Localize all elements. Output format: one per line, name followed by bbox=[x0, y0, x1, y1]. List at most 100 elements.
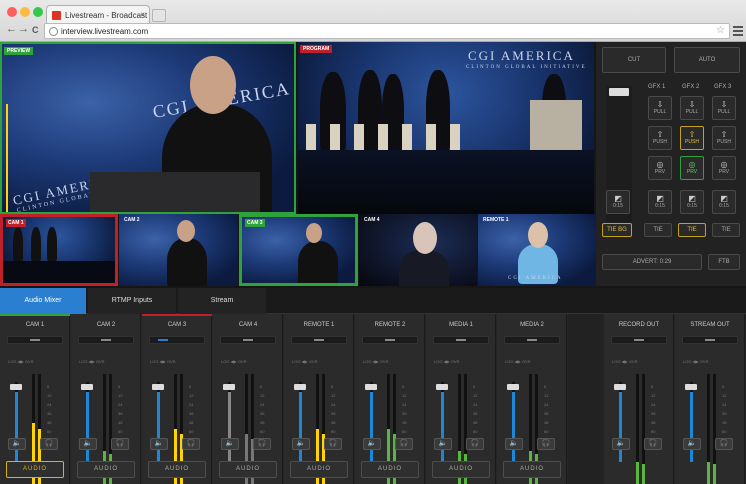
speaker-icon[interactable]: 🔈 bbox=[79, 438, 97, 450]
headphone-icon[interactable]: 🎧 bbox=[253, 438, 271, 450]
gfx1-tie-button[interactable]: TIE bbox=[644, 223, 672, 237]
zoom-window-button[interactable] bbox=[33, 7, 43, 17]
fader-knob[interactable] bbox=[223, 384, 235, 390]
browser-tab[interactable]: Livestream - Broadcast &Wi × bbox=[46, 5, 150, 24]
gfx3-duration-button[interactable]: ◩ 0:15 bbox=[712, 190, 736, 214]
audio-button[interactable]: AUDIO bbox=[148, 461, 206, 478]
forward-icon[interactable]: → bbox=[18, 23, 29, 35]
browser-menu-icon[interactable] bbox=[733, 26, 743, 36]
headphone-icon[interactable]: 🎧 bbox=[715, 438, 733, 450]
mixer-strip: CAM 4 LOG ◀▶ OVR 0 12 24 36 48 60 🔈 🎧 AUDIO bbox=[213, 314, 283, 484]
fader-fill bbox=[690, 392, 693, 462]
scale-tick: 0 bbox=[260, 384, 263, 389]
gfx3-pull-button[interactable]: ⇩ PULL bbox=[712, 96, 736, 120]
fader-knob[interactable] bbox=[81, 384, 93, 390]
tab-close-icon[interactable]: × bbox=[140, 10, 145, 19]
gfx2-tie-button[interactable]: TIE bbox=[678, 223, 706, 237]
preview-monitor[interactable]: CGI AMERICA CLINTON GLOBAL INI CGI AMERI… bbox=[0, 42, 296, 214]
speaker-icon[interactable]: 🔈 bbox=[150, 438, 168, 450]
pan-slider[interactable] bbox=[78, 336, 134, 344]
address-bar[interactable]: interview.livestream.com ☆ bbox=[44, 23, 730, 39]
audio-button[interactable]: AUDIO bbox=[361, 461, 419, 478]
fader-knob[interactable] bbox=[152, 384, 164, 390]
headphone-icon[interactable]: 🎧 bbox=[324, 438, 342, 450]
gfx3-prv-button[interactable]: ◎ PRV bbox=[712, 156, 736, 180]
speaker-icon[interactable]: 🔈 bbox=[612, 438, 630, 450]
mixer-strip: REMOTE 2 LOG ◀▶ OVR 0 12 24 36 48 60 🔈 🎧 AUDIO bbox=[355, 314, 425, 484]
audio-button[interactable]: AUDIO bbox=[432, 461, 490, 478]
fader-knob[interactable] bbox=[507, 384, 519, 390]
audio-button[interactable]: AUDIO bbox=[77, 461, 135, 478]
pan-slider[interactable] bbox=[7, 336, 63, 344]
camera-remote-1[interactable]: CGI AMERICA REMOTE 1 bbox=[478, 214, 596, 286]
headphone-icon[interactable]: 🎧 bbox=[537, 438, 555, 450]
transition-duration-button[interactable]: ◩ 0:15 bbox=[606, 190, 630, 214]
gfx1-pull-button[interactable]: ⇩ PULL bbox=[648, 96, 672, 120]
speaker-icon[interactable]: 🔈 bbox=[505, 438, 523, 450]
minimize-window-button[interactable] bbox=[20, 7, 30, 17]
gfx1-prv-button[interactable]: ◎ PRV bbox=[648, 156, 672, 180]
cut-button[interactable]: CUT bbox=[602, 47, 666, 73]
new-tab-button[interactable] bbox=[152, 9, 166, 22]
headphone-icon[interactable]: 🎧 bbox=[466, 438, 484, 450]
speaker-icon[interactable]: 🔈 bbox=[221, 438, 239, 450]
pan-slider[interactable] bbox=[362, 336, 418, 344]
reload-icon[interactable]: C bbox=[32, 25, 39, 35]
audio-button[interactable]: AUDIO bbox=[6, 461, 64, 478]
pan-slider[interactable] bbox=[433, 336, 489, 344]
tab-audio-mixer[interactable]: Audio Mixer bbox=[0, 288, 86, 314]
headphone-icon[interactable]: 🎧 bbox=[644, 438, 662, 450]
headphone-icon[interactable]: 🎧 bbox=[111, 438, 129, 450]
pan-slider[interactable] bbox=[611, 336, 667, 344]
tab-stream[interactable]: Stream bbox=[178, 288, 266, 314]
gfx2-pull-button[interactable]: ⇩ PULL bbox=[680, 96, 704, 120]
fader-knob[interactable] bbox=[685, 384, 697, 390]
auto-button[interactable]: AUTO bbox=[674, 47, 740, 73]
fader-knob[interactable] bbox=[436, 384, 448, 390]
gfx3-tie-button[interactable]: TIE bbox=[712, 223, 740, 237]
speaker-icon[interactable]: 🔈 bbox=[434, 438, 452, 450]
audio-button[interactable]: AUDIO bbox=[290, 461, 348, 478]
tie-bg-button[interactable]: TIE BG bbox=[602, 223, 632, 237]
headphone-icon[interactable]: 🎧 bbox=[395, 438, 413, 450]
bookmark-star-icon[interactable]: ☆ bbox=[716, 25, 725, 36]
camera-cam-4[interactable]: CAM 4 bbox=[359, 214, 477, 286]
gfx2-prv-button[interactable]: ◎ PRV bbox=[680, 156, 704, 180]
tab-rtmp-inputs[interactable]: RTMP Inputs bbox=[88, 288, 176, 314]
pan-slider[interactable] bbox=[220, 336, 276, 344]
gfx2-push-button[interactable]: ⇧ PUSH bbox=[680, 126, 704, 150]
fader-knob[interactable] bbox=[614, 384, 626, 390]
fader-knob[interactable] bbox=[10, 384, 22, 390]
gfx1-duration-button[interactable]: ◩ 0:15 bbox=[648, 190, 672, 214]
speaker-icon[interactable]: 🔈 bbox=[8, 438, 26, 450]
headphone-icon[interactable]: 🎧 bbox=[182, 438, 200, 450]
gfx1-push-button[interactable]: ⇧ PUSH bbox=[648, 126, 672, 150]
scale-tick: 0 bbox=[331, 384, 334, 389]
pan-slider[interactable] bbox=[149, 336, 205, 344]
headphone-icon[interactable]: 🎧 bbox=[40, 438, 58, 450]
gfx3-push-button[interactable]: ⇧ PUSH bbox=[712, 126, 736, 150]
fader-knob[interactable] bbox=[294, 384, 306, 390]
close-window-button[interactable] bbox=[7, 7, 17, 17]
back-icon[interactable]: ← bbox=[6, 23, 17, 35]
strip-name: REMOTE 1 bbox=[303, 322, 335, 328]
pan-indicator bbox=[385, 339, 395, 341]
camera-cam-1[interactable]: CAM 1 bbox=[0, 214, 118, 286]
pan-slider[interactable] bbox=[504, 336, 560, 344]
advert-button[interactable]: ADVERT: 0:29 bbox=[602, 254, 702, 270]
audio-button[interactable]: AUDIO bbox=[219, 461, 277, 478]
t-bar-handle[interactable] bbox=[609, 88, 629, 96]
camera-cam-2[interactable]: CAM 2 bbox=[119, 214, 238, 286]
gfx1-pull-label: PULL bbox=[653, 109, 667, 115]
fader-fill bbox=[228, 392, 231, 462]
speaker-icon[interactable]: 🔈 bbox=[363, 438, 381, 450]
camera-cam-3[interactable]: CAM 3 bbox=[239, 214, 358, 286]
speaker-icon[interactable]: 🔈 bbox=[292, 438, 310, 450]
ftb-button[interactable]: FTB bbox=[708, 254, 740, 270]
speaker-icon[interactable]: 🔈 bbox=[683, 438, 701, 450]
audio-button[interactable]: AUDIO bbox=[503, 461, 561, 478]
fader-knob[interactable] bbox=[365, 384, 377, 390]
pan-slider[interactable] bbox=[291, 336, 347, 344]
gfx2-duration-button[interactable]: ◩ 0:15 bbox=[680, 190, 704, 214]
pan-slider[interactable] bbox=[682, 336, 738, 344]
